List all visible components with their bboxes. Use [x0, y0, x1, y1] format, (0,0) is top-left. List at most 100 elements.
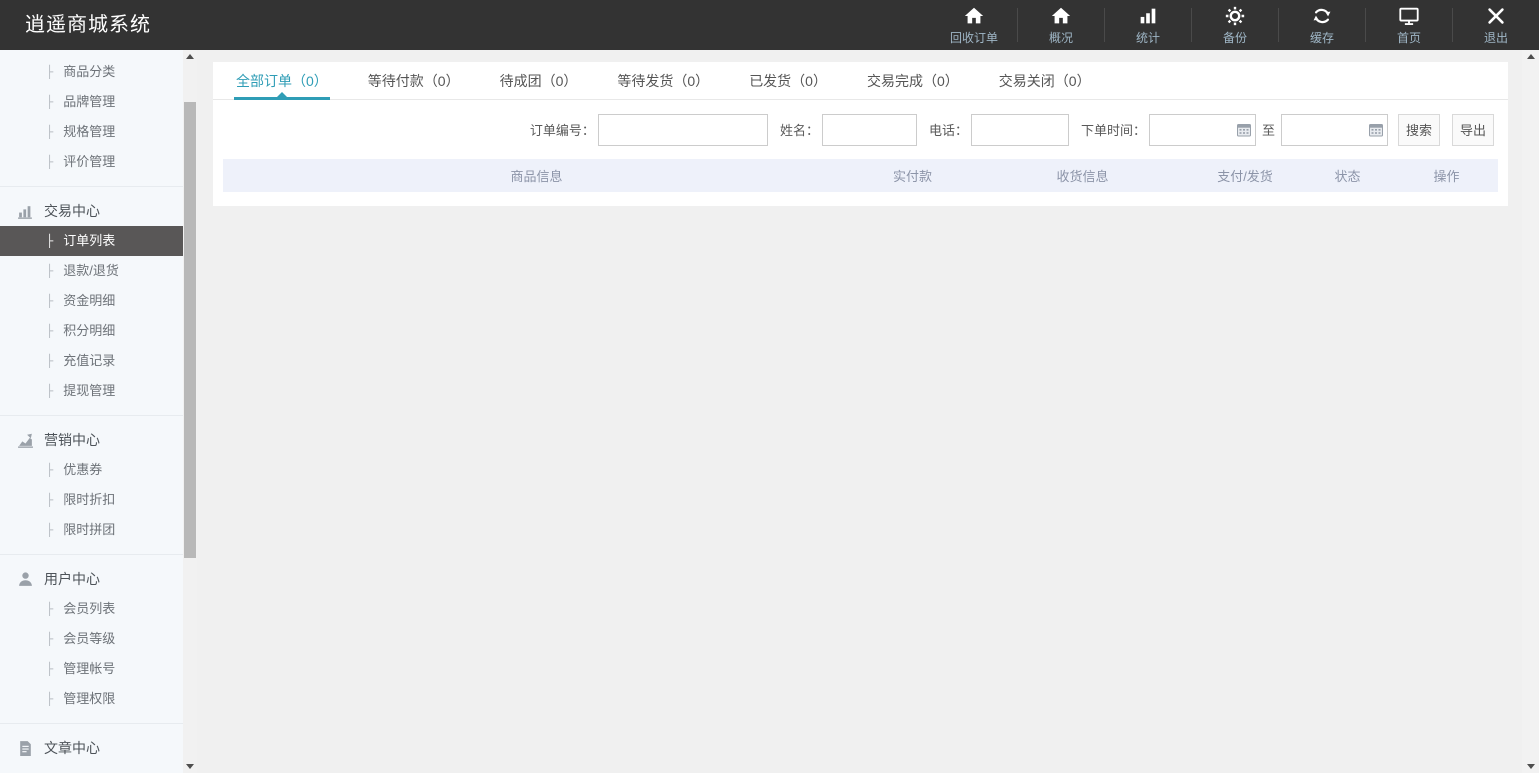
sidebar-section-user-center[interactable]: 用户中心 — [0, 564, 183, 594]
triangle-down-icon — [1527, 764, 1535, 769]
sidebar-item-order-list[interactable]: ├订单列表 — [0, 226, 183, 256]
sidebar-item-label: 商品分类 — [63, 64, 115, 79]
to-label: 至 — [1262, 120, 1275, 139]
tab-all-orders[interactable]: 全部订单（0） — [236, 62, 328, 99]
tab-awaiting-payment[interactable]: 等待付款（0） — [368, 62, 460, 99]
branch-icon: ├ — [46, 463, 53, 477]
sidebar-item-label: 资金明细 — [63, 293, 115, 308]
nav-statistics[interactable]: 统计 — [1105, 0, 1191, 50]
sidebar-item-goods-category[interactable]: ├商品分类 — [0, 57, 183, 87]
calendar-icon[interactable] — [1368, 122, 1384, 138]
sidebar-item-label: 会员等级 — [63, 631, 115, 646]
sidebar-item-label: 管理权限 — [63, 691, 115, 706]
sidebar-item-points[interactable]: ├积分明细 — [0, 316, 183, 346]
sidebar-group-trade: 交易中心 ├订单列表 ├退款/退货 ├资金明细 ├积分明细 ├充值记录 ├提现管… — [0, 186, 183, 415]
sidebar-item-member-level[interactable]: ├ 会员等级 — [0, 624, 183, 654]
order-no-label: 订单编号： — [530, 120, 595, 139]
name-input[interactable] — [822, 114, 917, 146]
sidebar-section-label: 营销中心 — [44, 425, 100, 455]
sidebar-item-members[interactable]: ├会员列表 — [0, 594, 183, 624]
sidebar-item-label: 规格管理 — [63, 124, 115, 139]
page-scrollbar[interactable] — [1522, 50, 1539, 773]
sidebar-item-brand[interactable]: ├品牌管理 — [0, 87, 183, 117]
branch-icon: ├ — [46, 354, 53, 368]
column-status: 状态 — [1300, 166, 1395, 185]
sidebar-item-review[interactable]: ├评价管理 — [0, 147, 183, 177]
order-no-input[interactable] — [598, 114, 768, 146]
calendar-icon[interactable] — [1236, 122, 1252, 138]
export-button[interactable]: 导出 — [1452, 114, 1494, 146]
filter-bar: 订单编号： 姓名： 电话： 下单时间： 至 搜索 导出 — [213, 100, 1508, 159]
sidebar-section-marketing-center[interactable]: 营销中心 — [0, 425, 183, 455]
sidebar-item-coupon[interactable]: ├ 优惠券 — [0, 455, 183, 485]
top-nav: 回收订单 概况 统计 — [931, 0, 1539, 50]
sidebar-section-article-center[interactable]: 文章中心 — [0, 733, 183, 763]
nav-home[interactable]: 首页 — [1366, 0, 1452, 50]
branch-icon: ├ — [46, 692, 53, 706]
branch-icon: ├ — [46, 662, 53, 676]
name-label: 姓名： — [780, 120, 819, 139]
sidebar-item-label: 优惠券 — [63, 462, 102, 477]
sidebar-item-refund[interactable]: ├退款/退货 — [0, 256, 183, 286]
order-status-tabs: 全部订单（0） 等待付款（0） 待成团（0） 等待发货（0） 已发货（0） 交易… — [213, 62, 1508, 100]
tab-shipped[interactable]: 已发货（0） — [749, 62, 827, 99]
panel-bottom-spacer — [213, 192, 1508, 206]
tab-awaiting-group[interactable]: 待成团（0） — [500, 62, 578, 99]
sidebar-section-trade-center[interactable]: 交易中心 — [0, 196, 183, 226]
nav-overview[interactable]: 概况 — [1018, 0, 1104, 50]
sidebar-section-label: 用户中心 — [44, 564, 100, 594]
sidebar-item-label: 品牌管理 — [63, 94, 115, 109]
branch-icon: ├ — [46, 384, 53, 398]
nav-logout[interactable]: 退出 — [1453, 0, 1539, 50]
branch-icon: ├ — [46, 632, 53, 646]
bar-chart-icon — [17, 203, 34, 220]
tab-completed[interactable]: 交易完成（0） — [867, 62, 959, 99]
nav-recycle-orders[interactable]: 回收订单 — [931, 0, 1017, 50]
tab-closed[interactable]: 交易关闭（0） — [999, 62, 1091, 99]
order-time-to-field — [1281, 114, 1388, 146]
nav-label: 退出 — [1484, 29, 1508, 46]
sidebar-group-user: 用户中心 ├会员列表 ├会员等级 ├管理帐号 ├管理权限 — [0, 554, 183, 723]
scroll-down-button[interactable] — [1522, 760, 1539, 773]
scroll-up-button[interactable] — [1522, 50, 1539, 63]
sidebar-item-discount[interactable]: ├限时折扣 — [0, 485, 183, 515]
sidebar-scrollbar-thumb[interactable] — [184, 102, 196, 558]
sidebar-item-label: 订单列表 — [63, 233, 115, 248]
sidebar-item-label: 会员列表 — [63, 601, 115, 616]
order-time-label: 下单时间： — [1081, 120, 1146, 139]
main-content: 全部订单（0） 等待付款（0） 待成团（0） 等待发货（0） 已发货（0） 交易… — [197, 50, 1539, 773]
sidebar-item-label: 评价管理 — [63, 154, 115, 169]
gear-icon — [1224, 5, 1246, 27]
branch-icon: ├ — [46, 125, 53, 139]
nav-label: 统计 — [1136, 29, 1160, 46]
sidebar-item-label: 提现管理 — [63, 383, 115, 398]
nav-cache[interactable]: 缓存 — [1279, 0, 1365, 50]
monitor-icon — [1398, 5, 1420, 27]
scroll-up-button[interactable] — [183, 50, 197, 63]
sidebar-item-admin-account[interactable]: ├管理帐号 — [0, 654, 183, 684]
phone-label: 电话： — [929, 120, 968, 139]
sidebar-item-recharge[interactable]: ├充值记录 — [0, 346, 183, 376]
sidebar-item-label: 限时折扣 — [63, 492, 115, 507]
sidebar-scrollbar[interactable] — [183, 50, 197, 773]
sidebar-item-withdraw[interactable]: ├ 提现管理 — [0, 376, 183, 406]
scroll-down-button[interactable] — [183, 760, 197, 773]
sidebar-item-groupon[interactable]: ├限时拼团 — [0, 515, 183, 545]
tab-awaiting-shipment[interactable]: 等待发货（0） — [617, 62, 709, 99]
sidebar-item-admin-perm[interactable]: ├ 管理权限 — [0, 684, 183, 714]
sidebar-group-goods: ├商品分类 ├品牌管理 ├ 规格管理 ├评价管理 — [0, 50, 183, 186]
document-icon — [17, 740, 34, 757]
sidebar-item-spec[interactable]: ├ 规格管理 — [0, 117, 183, 147]
nav-backup[interactable]: 备份 — [1192, 0, 1278, 50]
order-time-from-field — [1149, 114, 1256, 146]
sync-icon — [1311, 5, 1333, 27]
sidebar-menu: ├商品分类 ├品牌管理 ├规格管理 ├评价管理 交易中心 ├订单列表 — [0, 50, 183, 773]
sidebar-item-label: 限时拼团 — [63, 522, 115, 537]
phone-input[interactable] — [971, 114, 1069, 146]
orders-panel: 全部订单（0） 等待付款（0） 待成团（0） 等待发货（0） 已发货（0） 交易… — [213, 62, 1508, 206]
sidebar-item-funds[interactable]: ├ 资金明细 — [0, 286, 183, 316]
branch-icon: ├ — [46, 294, 53, 308]
sidebar-section-label: 交易中心 — [44, 196, 100, 226]
search-button[interactable]: 搜索 — [1398, 114, 1440, 146]
sidebar-item-label: 积分明细 — [63, 323, 115, 338]
